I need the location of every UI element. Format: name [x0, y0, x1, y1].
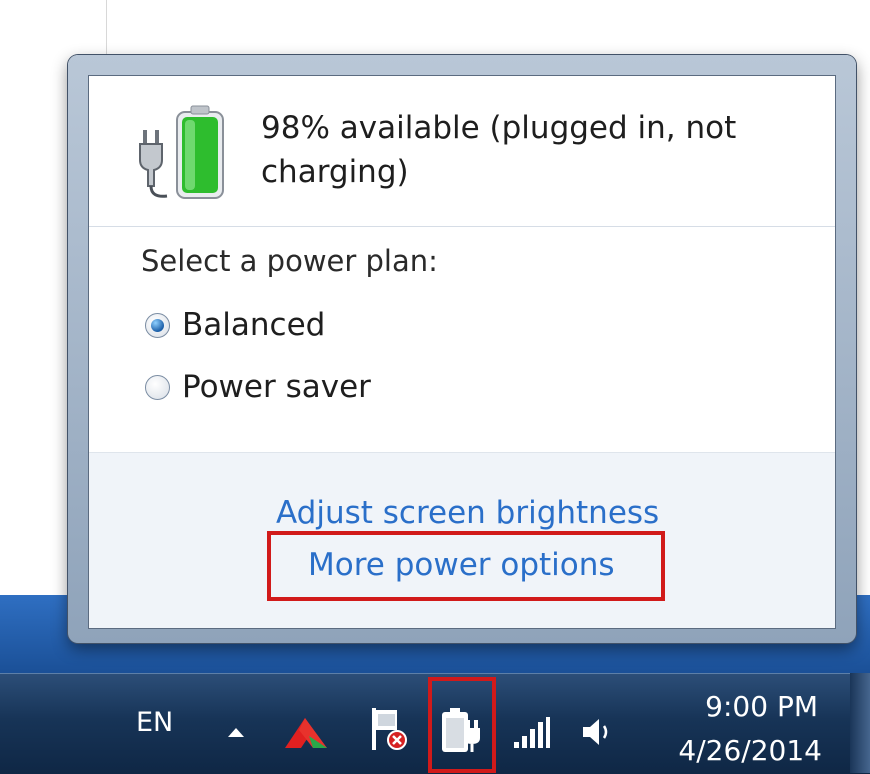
- plan-balanced-option[interactable]: Balanced: [145, 303, 325, 347]
- volume-icon[interactable]: [580, 714, 616, 754]
- plan-balanced-label[interactable]: Balanced: [182, 307, 325, 343]
- battery-plugged-in-icon: [139, 104, 229, 204]
- battery-status-text: 98% available (plugged in, not charging): [261, 110, 737, 190]
- plan-power-saver-label[interactable]: Power saver: [182, 369, 371, 405]
- app-tray-icon[interactable]: [283, 712, 329, 756]
- battery-status-section: 98% available (plugged in, not charging): [89, 76, 835, 227]
- radio-button-selected[interactable]: [145, 312, 170, 338]
- power-plan-heading: Select a power plan:: [141, 244, 438, 278]
- clock-date[interactable]: 4/26/2014: [660, 734, 822, 767]
- radio-button-unselected[interactable]: [145, 374, 170, 400]
- clock-time[interactable]: 9:00 PM: [668, 690, 818, 723]
- power-plan-section: Select a power plan: Balanced Power save…: [89, 227, 835, 452]
- more-options-highlight-box: [267, 531, 665, 601]
- radio-selected-dot-icon: [151, 318, 164, 332]
- power-icon-highlight-box: [428, 677, 496, 773]
- show-desktop-button[interactable]: [850, 673, 870, 773]
- action-center-flag-icon[interactable]: [369, 706, 409, 758]
- language-indicator[interactable]: EN: [136, 707, 173, 738]
- plan-power-saver-option[interactable]: Power saver: [145, 365, 371, 409]
- adjust-brightness-link[interactable]: Adjust screen brightness: [276, 495, 659, 531]
- show-hidden-icons-arrow-icon[interactable]: [226, 724, 246, 743]
- network-signal-icon[interactable]: [512, 716, 552, 754]
